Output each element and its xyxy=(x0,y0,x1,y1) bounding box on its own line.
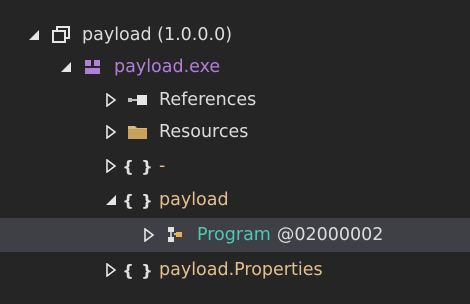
namespace-icon: { } xyxy=(122,260,154,280)
tree-node-namespace-payload[interactable]: { } payload xyxy=(0,183,470,217)
class-icon xyxy=(165,225,187,245)
type-program-token: @02000002 xyxy=(276,225,384,245)
namespace-empty-label: - xyxy=(159,156,166,176)
namespace-payload-label: payload xyxy=(159,190,229,210)
collapsed-triangle-icon[interactable] xyxy=(103,124,119,140)
expanded-triangle-icon[interactable] xyxy=(103,192,119,208)
module-icon xyxy=(82,57,104,77)
folder-icon xyxy=(127,122,149,142)
namespace-properties-label: payload.Properties xyxy=(159,260,323,280)
collapsed-triangle-icon[interactable] xyxy=(103,92,119,108)
assembly-explorer-tree: payload (1.0.0.0) payload.exe References… xyxy=(0,0,470,304)
collapsed-triangle-icon[interactable] xyxy=(103,262,119,278)
assembly-icon xyxy=(50,25,72,45)
clipped-row-top xyxy=(0,0,470,8)
namespace-icon: { } xyxy=(122,156,154,176)
tree-node-resources[interactable]: Resources xyxy=(0,115,470,149)
namespace-icon: { } xyxy=(122,190,154,210)
tree-node-assembly[interactable]: payload (1.0.0.0) xyxy=(0,18,470,52)
collapsed-triangle-icon[interactable] xyxy=(103,158,119,174)
tree-node-module[interactable]: payload.exe xyxy=(0,50,470,84)
expanded-triangle-icon[interactable] xyxy=(58,59,74,75)
resources-label: Resources xyxy=(159,122,249,142)
module-label: payload.exe xyxy=(114,57,221,77)
type-program-name: Program xyxy=(197,225,271,245)
tree-node-namespace-empty[interactable]: { } - xyxy=(0,149,470,183)
references-icon xyxy=(127,90,149,110)
references-label: References xyxy=(159,90,257,110)
collapsed-triangle-icon[interactable] xyxy=(141,227,157,243)
expanded-triangle-icon[interactable] xyxy=(26,27,42,43)
tree-node-references[interactable]: References xyxy=(0,83,470,117)
tree-node-type-program[interactable]: Program @02000002 xyxy=(0,218,470,252)
tree-node-namespace-properties[interactable]: { } payload.Properties xyxy=(0,253,470,287)
assembly-label: payload (1.0.0.0) xyxy=(82,25,233,45)
